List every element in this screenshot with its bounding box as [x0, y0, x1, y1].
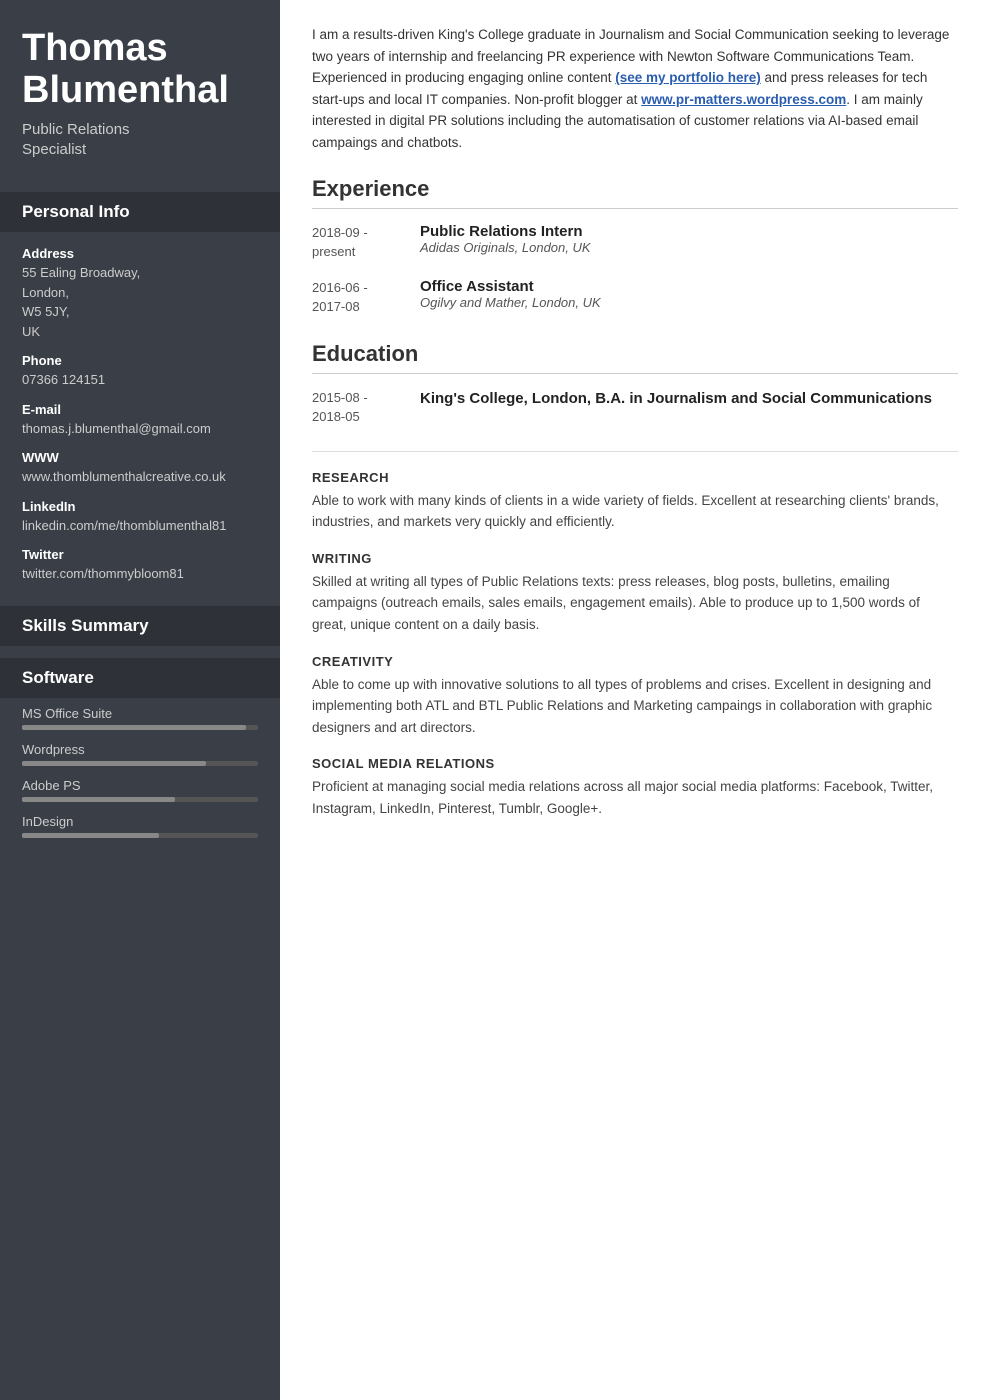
experience-item-0: 2018-09 -present Public Relations Intern… [312, 223, 958, 262]
www-value: www.thomblumenthalcreative.co.uk [22, 467, 258, 487]
phone-label: Phone [22, 353, 258, 368]
main-content: I am a results-driven King's College gra… [280, 0, 990, 1400]
skill-wordpress-bar-fill [22, 761, 206, 766]
skill-research-title: RESEARCH [312, 470, 958, 485]
email-label: E-mail [22, 402, 258, 417]
skill-adobe-ps: Adobe PS [0, 770, 280, 806]
exp-title-1: Office Assistant [420, 278, 601, 295]
skill-social-media-body: Proficient at managing social media rela… [312, 776, 958, 819]
skill-creativity-title: CREATIVITY [312, 654, 958, 669]
portfolio-link[interactable]: (see my portfolio here) [615, 70, 761, 85]
skill-adobe-ps-name: Adobe PS [22, 778, 258, 793]
skill-social-media: SOCIAL MEDIA RELATIONS Proficient at man… [312, 756, 958, 819]
candidate-name: Thomas Blumenthal [22, 28, 258, 112]
exp-title-0: Public Relations Intern [420, 223, 591, 240]
linkedin-label: LinkedIn [22, 499, 258, 514]
bio-paragraph: I am a results-driven King's College gra… [312, 24, 958, 154]
education-section: Education 2015-08 -2018-05 King's Colleg… [312, 341, 958, 427]
skill-ms-office-bar-fill [22, 725, 246, 730]
skill-writing: WRITING Skilled at writing all types of … [312, 551, 958, 636]
skill-ms-office: MS Office Suite [0, 698, 280, 734]
software-skills-list: MS Office Suite Wordpress Adobe PS InDes… [0, 698, 280, 842]
linkedin-value: linkedin.com/me/thomblumenthal81 [22, 516, 258, 536]
skill-creativity-body: Able to come up with innovative solution… [312, 674, 958, 739]
skill-adobe-ps-bar-fill [22, 797, 175, 802]
exp-detail-0: Public Relations Intern Adidas Originals… [420, 223, 591, 262]
skill-wordpress: Wordpress [0, 734, 280, 770]
twitter-value: twitter.com/thommybloom81 [22, 564, 258, 584]
edu-title-0: King's College, London, B.A. in Journali… [420, 388, 932, 409]
skill-indesign: InDesign [0, 806, 280, 842]
candidate-title: Public RelationsSpecialist [22, 120, 258, 161]
exp-date-0: 2018-09 -present [312, 223, 402, 262]
twitter-label: Twitter [22, 547, 258, 562]
experience-section: Experience 2018-09 -present Public Relat… [312, 176, 958, 317]
skill-adobe-ps-bar-bg [22, 797, 258, 802]
exp-detail-1: Office Assistant Ogilvy and Mather, Lond… [420, 278, 601, 317]
skill-indesign-name: InDesign [22, 814, 258, 829]
software-title: Software [22, 668, 94, 687]
education-item-0: 2015-08 -2018-05 King's College, London,… [312, 388, 958, 427]
skill-writing-title: WRITING [312, 551, 958, 566]
skill-indesign-bar-fill [22, 833, 159, 838]
skills-summary-title: Skills Summary [22, 616, 149, 635]
skill-ms-office-bar-bg [22, 725, 258, 730]
sidebar-header: Thomas Blumenthal Public RelationsSpecia… [0, 0, 280, 180]
exp-date-1: 2016-06 -2017-08 [312, 278, 402, 317]
skill-writing-body: Skilled at writing all types of Public R… [312, 571, 958, 636]
edu-detail-0: King's College, London, B.A. in Journali… [420, 388, 932, 427]
address-value: 55 Ealing Broadway,London,W5 5JY,UK [22, 263, 258, 341]
skill-wordpress-bar-bg [22, 761, 258, 766]
edu-date-0: 2015-08 -2018-05 [312, 388, 402, 427]
software-section-header: Software [0, 658, 280, 698]
section-divider [312, 451, 958, 452]
experience-section-title: Experience [312, 176, 958, 209]
skills-summary-section-header: Skills Summary [0, 606, 280, 646]
personal-info-title: Personal Info [22, 202, 130, 221]
skill-social-media-title: SOCIAL MEDIA RELATIONS [312, 756, 958, 771]
skill-research: RESEARCH Able to work with many kinds of… [312, 470, 958, 533]
exp-org-0: Adidas Originals, London, UK [420, 240, 591, 255]
skill-wordpress-name: Wordpress [22, 742, 258, 757]
skill-ms-office-name: MS Office Suite [22, 706, 258, 721]
phone-value: 07366 124151 [22, 370, 258, 390]
email-value: thomas.j.blumenthal@gmail.com [22, 419, 258, 439]
skill-creativity: CREATIVITY Able to come up with innovati… [312, 654, 958, 739]
experience-item-1: 2016-06 -2017-08 Office Assistant Ogilvy… [312, 278, 958, 317]
skill-research-body: Able to work with many kinds of clients … [312, 490, 958, 533]
exp-org-1: Ogilvy and Mather, London, UK [420, 295, 601, 310]
education-section-title: Education [312, 341, 958, 374]
skill-indesign-bar-bg [22, 833, 258, 838]
sidebar: Thomas Blumenthal Public RelationsSpecia… [0, 0, 280, 1400]
personal-info-content: Address 55 Ealing Broadway,London,W5 5JY… [0, 232, 280, 594]
address-label: Address [22, 246, 258, 261]
www-label: WWW [22, 450, 258, 465]
blog-link[interactable]: www.pr-matters.wordpress.com [641, 92, 846, 107]
personal-info-section-header: Personal Info [0, 192, 280, 232]
